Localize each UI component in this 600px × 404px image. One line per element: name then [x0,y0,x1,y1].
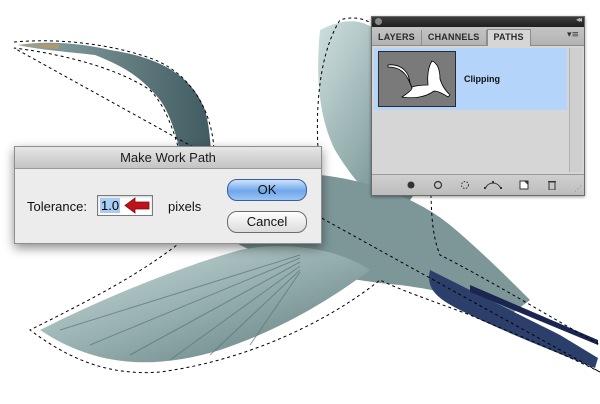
path-thumbnail [378,51,456,107]
fill-path-icon[interactable] [405,180,417,190]
panel-menu-icon[interactable]: ▾≡ [567,30,579,40]
dialog-title: Make Work Path [15,147,321,169]
arrow-left-icon [124,197,150,214]
bird-silhouette-icon [387,60,451,99]
delete-path-icon[interactable] [546,180,558,190]
resize-grip-icon[interactable]: ⋰ [574,184,582,193]
panel-title-bar[interactable]: x ◂◂ [372,15,584,27]
tolerance-value: 1.0 [100,198,121,213]
load-selection-icon[interactable] [459,180,471,190]
panel-tab-bar: LAYERS CHANNELS PATHS ▾≡ [372,27,584,46]
tab-layers[interactable]: LAYERS [372,30,422,45]
tolerance-unit: pixels [168,199,202,214]
stroke-path-icon[interactable] [432,180,444,190]
panel-scrollbar[interactable] [569,48,582,172]
panel-close-icon[interactable]: x [375,18,382,25]
new-path-icon[interactable] [518,180,530,190]
tolerance-label: Tolerance: [27,199,87,214]
tab-paths[interactable]: PATHS [486,29,531,46]
panel-footer: ⋰ [372,174,584,195]
tab-channels[interactable]: CHANNELS [422,30,487,45]
path-item-clipping[interactable]: Clipping [374,48,567,110]
cancel-button[interactable]: Cancel [227,211,307,233]
paths-panel: x ◂◂ LAYERS CHANNELS PATHS ▾≡ Clipping [371,15,585,196]
make-work-path-icon[interactable] [484,180,502,190]
make-work-path-dialog: Make Work Path Tolerance: 1.0 pixels OK … [14,146,322,244]
path-name: Clipping [464,74,500,84]
panel-collapse-icon[interactable]: ◂◂ [576,15,582,24]
ok-button[interactable]: OK [227,179,307,201]
tolerance-input[interactable]: 1.0 [97,195,153,216]
